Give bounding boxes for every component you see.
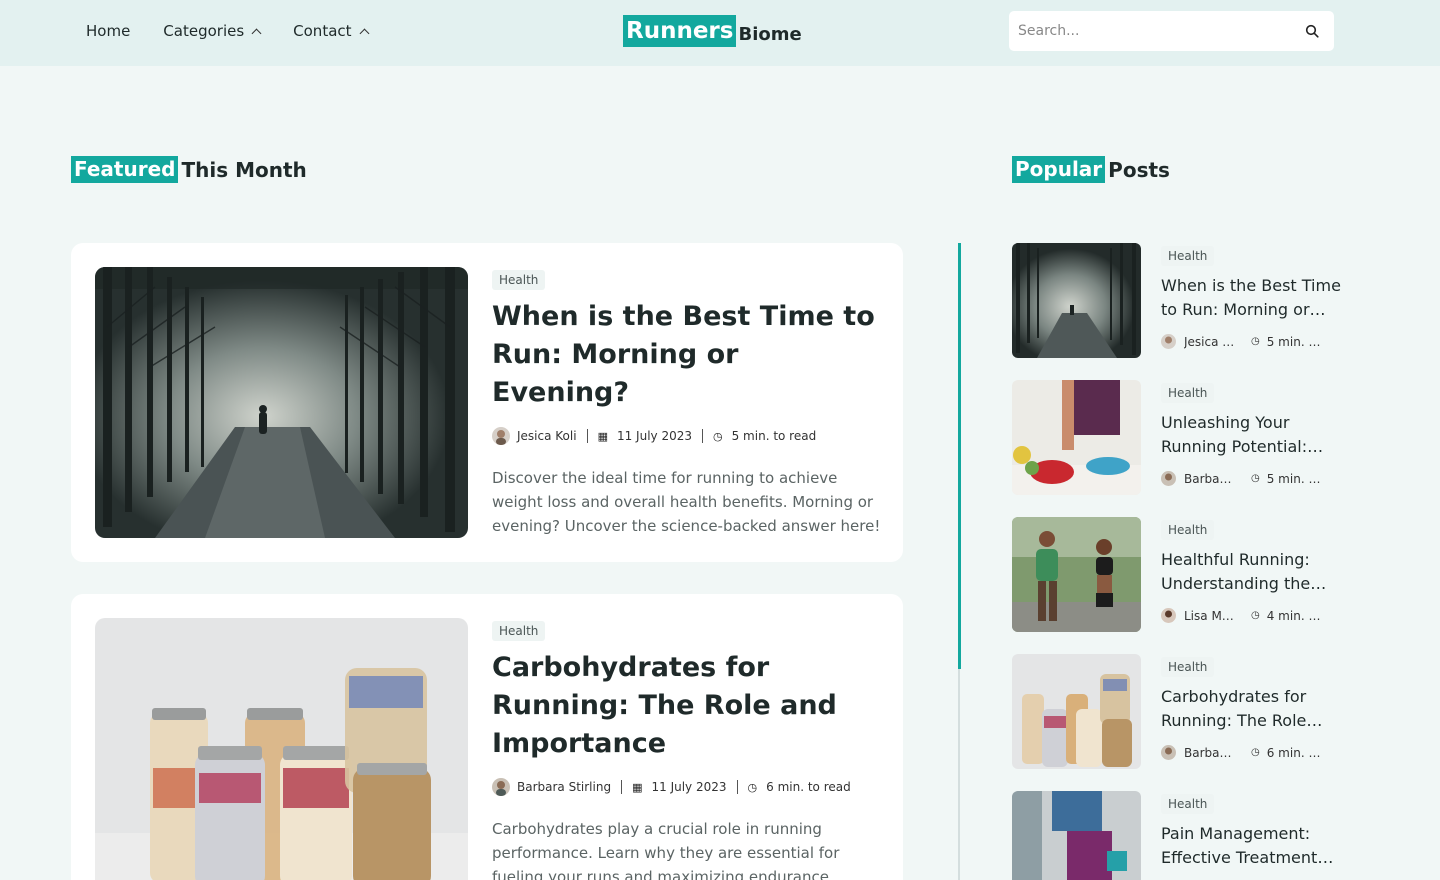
avatar [1161, 471, 1176, 486]
search-box [1009, 11, 1334, 51]
nav-contact-label: Contact [293, 22, 352, 40]
logo-highlight: Runners [623, 15, 737, 47]
featured-card-body: Health When is the Best Time to Run: Mor… [492, 269, 882, 538]
popular-post-body: Health Unleashing Your Running Potential… [1161, 382, 1341, 486]
site-logo[interactable]: Runners Biome [623, 15, 802, 47]
main-nav: Home Categories Contact [86, 20, 401, 42]
author-name[interactable]: Jesica Koli [1184, 335, 1236, 349]
featured-card-meta: Barbara Stirling ▦ 11 July 2023 ◷ 6 min.… [492, 777, 882, 797]
calendar-icon: ▦ [597, 429, 608, 443]
featured-card[interactable]: Health Carbohydrates for Running: The Ro… [71, 594, 903, 880]
author-name[interactable]: Barbara Stirling [1184, 472, 1236, 486]
popular-post-body: Health Healthful Running: Understanding … [1161, 519, 1341, 623]
popular-post-meta: Barbara Stirling ◷ 5 min. to read [1161, 471, 1341, 486]
featured-card-meta: Jesica Koli ▦ 11 July 2023 ◷ 5 min. to r… [492, 426, 882, 446]
category-tag[interactable]: Health [492, 621, 546, 641]
popular-thumb-forest-run[interactable] [1012, 243, 1141, 358]
popular-thumb-runners[interactable] [1012, 517, 1141, 632]
read-time: 6 min. to read [1266, 745, 1325, 760]
clock-icon: ◷ [713, 429, 723, 443]
avatar [1161, 334, 1176, 349]
clock-icon: ◷ [1251, 473, 1260, 484]
popular-post-title[interactable]: Carbohydrates for Running: The Role and … [1161, 685, 1341, 733]
featured-heading-highlight: Featured [71, 156, 179, 183]
featured-card-title[interactable]: When is the Best Time to Run: Morning or… [492, 298, 882, 412]
featured-heading-rest: This Month [181, 157, 307, 182]
popular-post-title[interactable]: Unleashing Your Running Potential: Tips [1161, 411, 1341, 459]
read-time: 4 min. to read [1266, 608, 1325, 623]
popular-thumb-food-jars[interactable] [1012, 654, 1141, 769]
meta-divider [736, 780, 738, 794]
category-tag[interactable]: Health [1161, 794, 1215, 814]
popular-post-title[interactable]: When is the Best Time to Run: Morning or… [1161, 274, 1341, 322]
nav-categories[interactable]: Categories [163, 20, 262, 42]
post-date: 11 July 2023 [651, 780, 727, 794]
avatar [1161, 745, 1176, 760]
category-tag[interactable]: Health [1161, 657, 1215, 677]
popular-post-body: Health Pain Management: Effective Treatm… [1161, 793, 1341, 870]
popular-post-body: Health Carbohydrates for Running: The Ro… [1161, 656, 1341, 760]
author-name[interactable]: Jesica Koli [517, 429, 577, 443]
popular-heading: Popular Posts [1012, 156, 1170, 183]
featured-card-body: Health Carbohydrates for Running: The Ro… [492, 620, 882, 880]
featured-heading: Featured This Month [71, 156, 307, 183]
popular-post[interactable]: Health Pain Management: Effective Treatm… [1012, 791, 1342, 880]
featured-image-forest-run[interactable] [95, 267, 468, 538]
popular-post-meta: Barbara Stirling ◷ 6 min. to read [1161, 745, 1341, 760]
author-name[interactable]: Lisa Marie [1184, 609, 1236, 623]
nav-contact[interactable]: Contact [293, 20, 369, 42]
featured-card[interactable]: Health When is the Best Time to Run: Mor… [71, 243, 903, 562]
popular-post-title[interactable]: Pain Management: Effective Treatments fo… [1161, 822, 1341, 870]
popular-heading-rest: Posts [1108, 157, 1170, 182]
calendar-icon: ▦ [632, 780, 643, 794]
read-time: 6 min. to read [766, 780, 851, 794]
clock-icon: ◷ [747, 780, 758, 794]
popular-post-meta: Lisa Marie ◷ 4 min. to read [1161, 608, 1341, 623]
popular-post[interactable]: Health When is the Best Time to Run: Mor… [1012, 243, 1342, 358]
author-name[interactable]: Barbara Stirling [517, 780, 611, 794]
popular-thumb-stretching[interactable] [1012, 791, 1141, 880]
nav-home-label: Home [86, 22, 131, 40]
popular-post-title[interactable]: Healthful Running: Understanding the Ben… [1161, 548, 1341, 596]
popular-heading-highlight: Popular [1012, 156, 1106, 183]
avatar [492, 778, 510, 796]
avatar [1161, 608, 1176, 623]
avatar [492, 427, 510, 445]
site-header: Home Categories Contact Runners Biome [0, 0, 1440, 66]
clock-icon: ◷ [1251, 336, 1260, 347]
meta-divider [621, 780, 623, 794]
featured-card-excerpt: Discover the ideal time for running to a… [492, 469, 881, 535]
nav-categories-label: Categories [163, 22, 245, 40]
popular-post-body: Health When is the Best Time to Run: Mor… [1161, 245, 1341, 349]
popular-post[interactable]: Health Healthful Running: Understanding … [1012, 517, 1342, 632]
author-name[interactable]: Barbara Stirling [1184, 746, 1236, 760]
search-input[interactable] [1009, 23, 1289, 39]
logo-text: Biome [738, 24, 802, 45]
clock-icon: ◷ [1251, 610, 1260, 621]
popular-post[interactable]: Health Unleashing Your Running Potential… [1012, 380, 1342, 495]
featured-card-excerpt: Carbohydrates play a crucial role in run… [492, 820, 840, 880]
nav-home[interactable]: Home [86, 20, 130, 42]
read-time: 5 min. to read [1266, 334, 1325, 349]
featured-image-food-jars[interactable] [95, 618, 468, 880]
scroll-progress-indicator [958, 243, 961, 669]
clock-icon: ◷ [1251, 747, 1260, 758]
chevron-up-icon [359, 28, 369, 38]
meta-divider [702, 429, 703, 443]
category-tag[interactable]: Health [1161, 520, 1215, 540]
search-icon[interactable] [1305, 24, 1319, 38]
popular-post[interactable]: Health Carbohydrates for Running: The Ro… [1012, 654, 1342, 769]
category-tag[interactable]: Health [1161, 383, 1215, 403]
category-tag[interactable]: Health [492, 270, 546, 290]
read-time: 5 min. to read [731, 429, 817, 443]
featured-card-title[interactable]: Carbohydrates for Running: The Role and … [492, 649, 882, 763]
popular-thumb-kitchen[interactable] [1012, 380, 1141, 495]
popular-post-meta: Jesica Koli ◷ 5 min. to read [1161, 334, 1341, 349]
post-date: 11 July 2023 [616, 429, 692, 443]
meta-divider [586, 429, 588, 443]
category-tag[interactable]: Health [1161, 246, 1215, 266]
read-time: 5 min. to read [1266, 471, 1325, 486]
chevron-up-icon [251, 28, 262, 38]
